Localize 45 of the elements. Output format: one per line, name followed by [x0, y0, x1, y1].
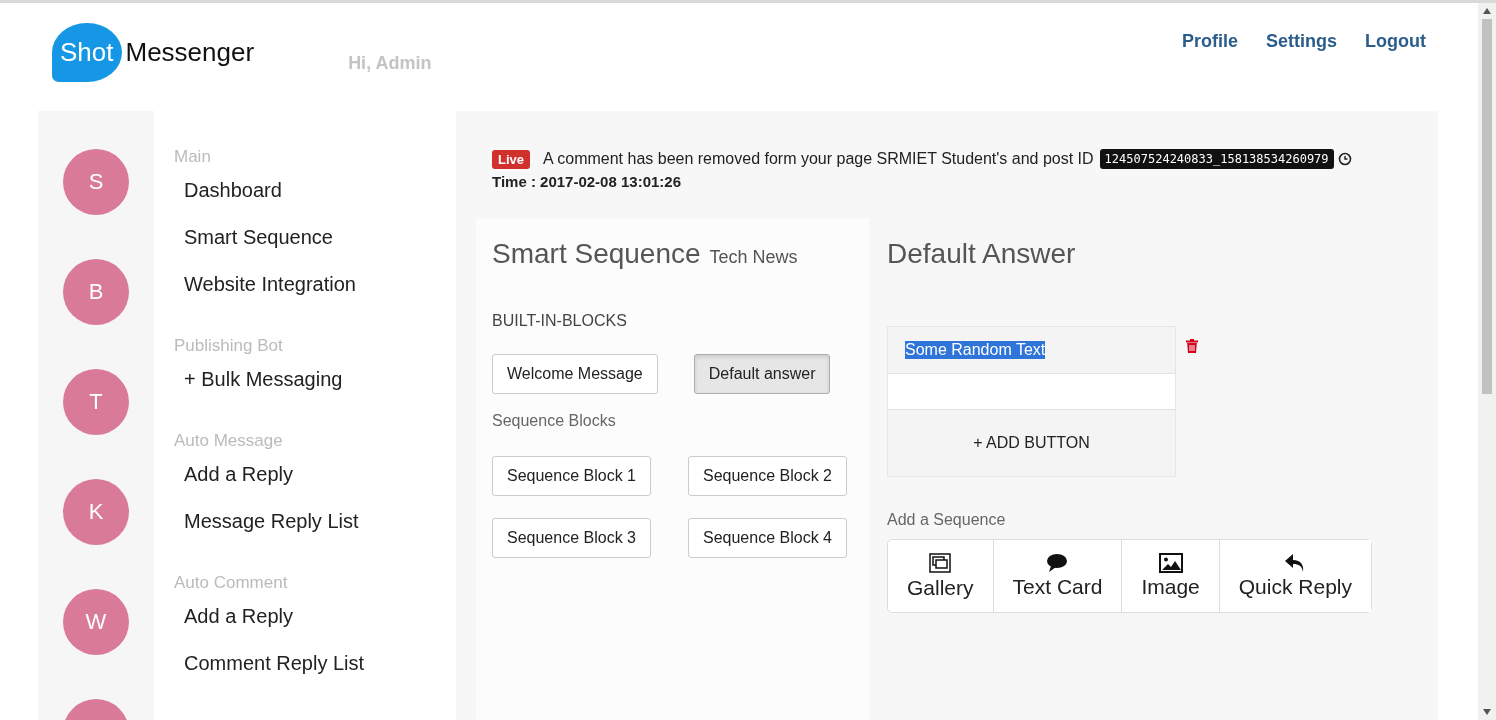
greeting: Hi, Admin	[348, 53, 432, 74]
sidebar-heading: Auto Message	[174, 431, 284, 451]
notice-time: Time : 2017-02-08 13:01:26	[492, 173, 682, 190]
sequence-block-button[interactable]: Sequence Block 3	[492, 518, 651, 558]
gallery-icon	[928, 552, 953, 574]
image-icon	[1158, 553, 1183, 573]
sidebar-heading: Publishing Bot	[174, 336, 284, 356]
sidebar-item[interactable]: Website Integration	[184, 273, 456, 296]
answer-title: Default Answer	[887, 238, 1077, 270]
sidebar-item[interactable]: + Bulk Messaging	[184, 368, 456, 391]
sidebar-heading: Auto Comment	[174, 573, 289, 593]
add-sequence-label: Add a Sequence	[887, 511, 1007, 529]
nav-link[interactable]: Logout	[1365, 31, 1426, 52]
nav-link[interactable]: Profile	[1182, 31, 1238, 52]
section-label: BUILT-IN-BLOCKS	[492, 312, 628, 330]
post-id: 124507524240833_158138534260979	[1099, 149, 1334, 169]
scroll-down-icon[interactable]	[1483, 709, 1491, 715]
live-badge: Live	[492, 149, 530, 169]
sidebar-item[interactable]: Smart Sequence	[184, 226, 456, 249]
sidebar-item[interactable]: Message Reply List	[184, 510, 456, 533]
sequence-block-button[interactable]: Sequence Block 1	[492, 456, 651, 496]
sidebar-item[interactable]: Comment Reply List	[184, 652, 456, 675]
scroll-up-icon[interactable]	[1483, 8, 1491, 14]
sidebar-heading: Main	[174, 147, 212, 167]
section-label: Sequence Blocks	[492, 412, 617, 430]
clock-icon	[1337, 152, 1352, 166]
sidebar-item[interactable]: Dashboard	[184, 179, 456, 202]
sequence-subtitle: Tech News	[709, 247, 798, 268]
sequence-type-button[interactable]: Quick Reply	[1218, 540, 1371, 612]
sidebar-item[interactable]: Add a Reply	[184, 463, 456, 486]
sequence-title: Smart Sequence	[492, 238, 701, 270]
trash-icon[interactable]	[1186, 339, 1198, 353]
block-button[interactable]: Default answer	[693, 354, 831, 394]
nav-link[interactable]: Settings	[1266, 31, 1337, 52]
answer-text[interactable]: Some Random Text	[905, 341, 1046, 359]
sequence-block-button[interactable]: Sequence Block 2	[688, 456, 847, 496]
speech-bubble-icon	[1046, 553, 1069, 573]
sidebar-item[interactable]: Add a Reply	[184, 605, 456, 628]
scrollbar-thumb[interactable]	[1482, 19, 1492, 394]
scrollbar[interactable]	[1478, 3, 1496, 720]
logo-text: Messenger	[125, 37, 255, 68]
block-button[interactable]: Welcome Message	[492, 354, 658, 394]
logo-bubble: Shot	[52, 23, 122, 82]
sequence-block-button[interactable]: Sequence Block 4	[688, 518, 847, 558]
notice-message: A comment has been removed form your page SRMIET Student's and post ID	[543, 150, 1094, 168]
